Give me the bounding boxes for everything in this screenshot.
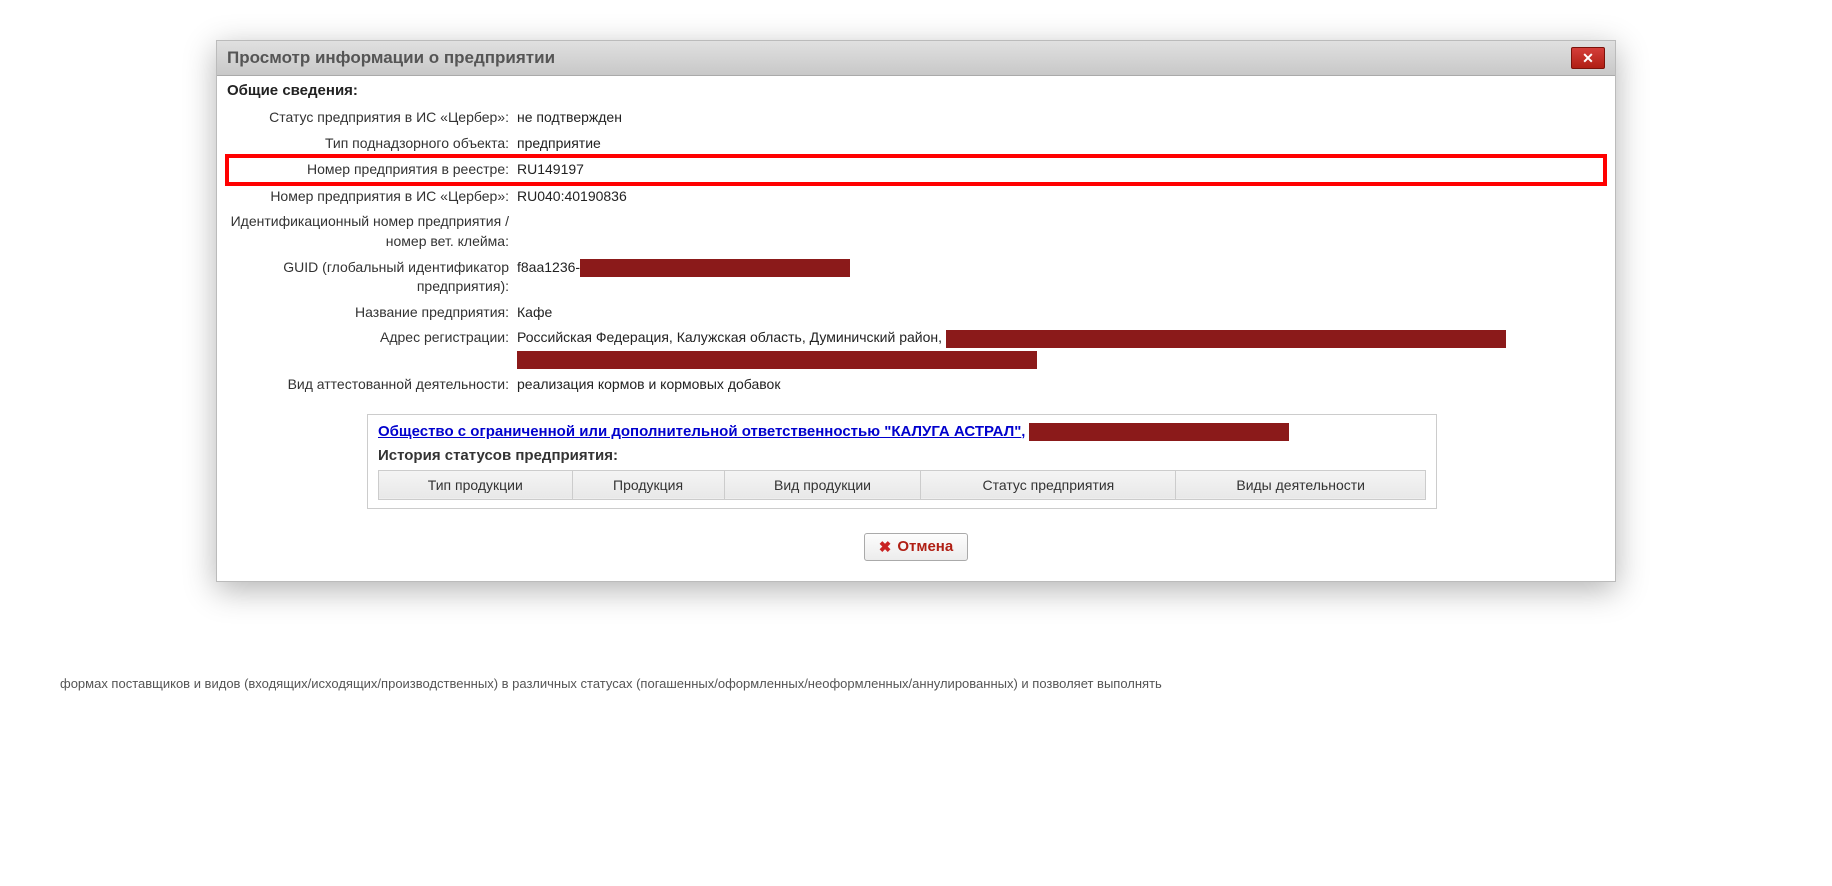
label-enterprise-name: Название предприятия: <box>227 303 517 323</box>
row-cerber-number: Номер предприятия в ИС «Цербер»: RU040:4… <box>227 184 1605 210</box>
section-general-info: Общие сведения: <box>227 82 1605 99</box>
value-activity: реализация кормов и кормовых добавок <box>517 375 1605 395</box>
col-product-type[interactable]: Тип продукции <box>379 470 573 499</box>
row-address: Адрес регистрации: Российская Федерация,… <box>227 325 1605 372</box>
address-prefix: Российская Федерация, Калужская область,… <box>517 329 946 345</box>
org-comma: , <box>1021 423 1029 439</box>
value-guid: f8aa1236- <box>517 258 1605 278</box>
label-guid: GUID (глобальный идентификатор предприят… <box>227 258 517 297</box>
organization-link[interactable]: Общество с ограниченной или дополнительн… <box>378 423 1021 440</box>
cancel-label: Отмена <box>897 538 953 555</box>
dialog-title: Просмотр информации о предприятии <box>227 48 555 68</box>
close-button[interactable]: ✕ <box>1571 47 1605 69</box>
row-guid: GUID (глобальный идентификатор предприят… <box>227 255 1605 300</box>
address-redacted-1 <box>946 330 1506 348</box>
dialog-titlebar: Просмотр информации о предприятии ✕ <box>217 41 1615 76</box>
dialog-footer: ✖ Отмена <box>227 533 1605 561</box>
org-redacted <box>1029 423 1289 441</box>
dialog-body: Общие сведения: Статус предприятия в ИС … <box>217 76 1615 581</box>
history-table-header-row: Тип продукции Продукция Вид продукции Ст… <box>379 470 1426 499</box>
col-activity-types[interactable]: Виды деятельности <box>1176 470 1426 499</box>
history-header: История статусов предприятия: <box>378 447 1426 464</box>
row-status: Статус предприятия в ИС «Цербер»: не под… <box>227 105 1605 131</box>
background-obscured-text: формах поставщиков и видов (входящих/исх… <box>60 676 1772 691</box>
cancel-button[interactable]: ✖ Отмена <box>864 533 968 561</box>
enterprise-info-dialog: Просмотр информации о предприятии ✕ Общи… <box>216 40 1616 582</box>
value-type: предприятие <box>517 134 1605 154</box>
close-icon: ✕ <box>1582 50 1594 67</box>
row-ident-number: Идентификационный номер предприятия / но… <box>227 209 1605 254</box>
history-panel: Общество с ограниченной или дополнительн… <box>367 414 1437 509</box>
guid-prefix: f8aa1236- <box>517 259 580 275</box>
col-enterprise-status[interactable]: Статус предприятия <box>921 470 1176 499</box>
label-activity: Вид аттестованной деятельности: <box>227 375 517 395</box>
guid-redacted <box>580 259 850 277</box>
col-product-kind[interactable]: Вид продукции <box>724 470 921 499</box>
col-product[interactable]: Продукция <box>572 470 724 499</box>
value-status: не подтвержден <box>517 108 1605 128</box>
label-address: Адрес регистрации: <box>227 328 517 348</box>
label-ident-number: Идентификационный номер предприятия / но… <box>227 212 517 251</box>
org-link-line: Общество с ограниченной или дополнительн… <box>378 423 1426 441</box>
row-registry-number-highlighted: Номер предприятия в реестре: RU149197 <box>227 156 1605 184</box>
row-activity: Вид аттестованной деятельности: реализац… <box>227 372 1605 398</box>
history-table: Тип продукции Продукция Вид продукции Ст… <box>378 470 1426 500</box>
row-enterprise-name: Название предприятия: Кафе <box>227 300 1605 326</box>
label-type: Тип поднадзорного объекта: <box>227 134 517 154</box>
value-address: Российская Федерация, Калужская область,… <box>517 328 1605 369</box>
address-redacted-2 <box>517 351 1037 369</box>
label-registry-number: Номер предприятия в реестре: <box>227 160 517 180</box>
value-cerber-number: RU040:40190836 <box>517 187 1605 207</box>
value-enterprise-name: Кафе <box>517 303 1605 323</box>
label-cerber-number: Номер предприятия в ИС «Цербер»: <box>227 187 517 207</box>
row-type: Тип поднадзорного объекта: предприятие <box>227 131 1605 157</box>
label-status: Статус предприятия в ИС «Цербер»: <box>227 108 517 128</box>
value-registry-number: RU149197 <box>517 160 1605 180</box>
cancel-icon: ✖ <box>879 538 892 556</box>
